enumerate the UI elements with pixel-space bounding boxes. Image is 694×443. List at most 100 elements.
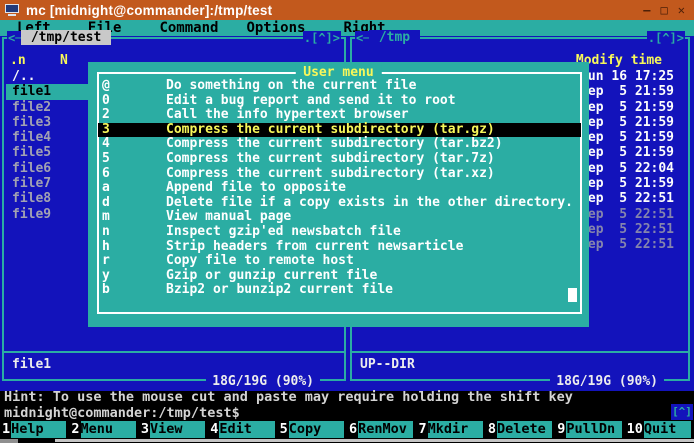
sort-order-label[interactable]: .n [10,53,26,68]
menu-item-label: Copy file to remote host [166,254,581,269]
function-key-button[interactable]: 1 Help [0,421,69,438]
function-key-button[interactable]: 7 Mkdir [416,421,485,438]
function-key-button[interactable]: 5 Copy [278,421,347,438]
user-menu-item[interactable]: 0 Edit a bug report and send it to root [98,94,581,109]
user-menu-item[interactable]: 6 Compress the current subdirectory (tar… [98,167,581,182]
user-menu-item[interactable]: n Inspect gzip'ed newsbatch file [98,225,581,240]
hotkey-label: 3 [102,123,166,138]
function-key-button[interactable]: 10 Quit [625,421,694,438]
menu-item-label: Call the info hypertext browser [166,108,581,123]
menu-item-label: Compress the current subdirectory (tar.g… [166,123,581,138]
function-key-button[interactable]: 3 View [139,421,208,438]
window-title: mc [midnight@commander]:/tmp/test [26,3,272,18]
scrollbar-thumb[interactable] [0,439,18,443]
fkey-label: Mkdir [428,421,483,438]
mini-status-separator [4,351,344,353]
left-panel-path[interactable]: /tmp/test [21,30,111,45]
function-key-button[interactable]: 6 RenMov [347,421,416,438]
fkey-number: 5 [278,421,289,438]
function-key-button[interactable]: 2 Menu [69,421,138,438]
hotkey-label: r [102,254,166,269]
fkey-label: Menu [81,421,136,438]
terminal-icon [5,4,19,16]
hotkey-label: m [102,210,166,225]
command-line[interactable]: midnight@commander:/tmp/test$ [4,405,240,421]
user-menu-item[interactable]: a Append file to opposite [98,181,581,196]
text-cursor [568,288,577,302]
menu-item-label: Edit a bug report and send it to root [166,94,581,109]
hotkey-label: n [102,225,166,240]
hotkey-label: h [102,240,166,255]
fkey-label: View [150,421,205,438]
hotkey-label: @ [102,79,166,94]
menu-item-label: Inspect gzip'ed newsbatch file [166,225,581,240]
hotkey-label: a [102,181,166,196]
name-column-header[interactable]: N [60,53,68,68]
user-menu-item[interactable]: y Gzip or gunzip current file [98,269,581,284]
menu-item[interactable]: Options [246,20,305,36]
right-size-info: 18G/19G (90%) [550,374,664,389]
left-mini-status: file1 [12,357,51,372]
hotkey-label: 4 [102,137,166,152]
fkey-number: 6 [347,421,358,438]
window-titlebar[interactable]: mc [midnight@commander]:/tmp/test – □ ✕ [0,0,694,20]
bottom-scrollbar[interactable] [0,438,694,443]
user-menu-item[interactable]: b Bzip2 or bunzip2 current file [98,283,581,298]
fkey-number: 1 [0,421,11,438]
user-menu-item[interactable]: 2 Call the info hypertext browser [98,108,581,123]
menu-item-label: Do something on the current file [166,79,581,94]
right-panel-path[interactable]: /tmp [369,30,420,45]
fkey-number: 2 [69,421,80,438]
fkey-label: Copy [289,421,344,438]
panel-header-marks-icon[interactable]: .[^]> [647,31,685,45]
user-menu-item[interactable]: 3 Compress the current subdirectory (tar… [98,123,581,138]
panel-header-marks-icon[interactable]: .[^]> [303,31,341,45]
function-key-button[interactable]: 9 PullDn [555,421,624,438]
fkey-label: Quit [644,421,691,438]
menu-item-label: Compress the current subdirectory (tar.7… [166,152,581,167]
close-icon[interactable]: ✕ [678,3,685,17]
fkey-label: Delete [497,421,552,438]
hotkey-label: d [102,196,166,211]
mc-window: mc [midnight@commander]:/tmp/test – □ ✕ … [0,0,694,443]
user-menu-dialog: User menu @ Do something on the current … [88,62,589,327]
function-key-button[interactable]: 4 Edit [208,421,277,438]
left-size-info: 18G/19G (90%) [206,374,320,389]
fkey-number: 8 [486,421,497,438]
menu-item[interactable]: Command [159,20,218,36]
fkey-number: 7 [416,421,427,438]
hotkey-label: 5 [102,152,166,167]
hotkey-label: b [102,283,166,298]
fkey-label: RenMov [358,421,413,438]
fkey-label: Edit [219,421,274,438]
fkey-number: 9 [555,421,566,438]
fkey-number: 10 [625,421,644,438]
fkey-number: 4 [208,421,219,438]
right-mini-status: UP--DIR [360,357,415,372]
menu-item-label: Delete file if a copy exists in the othe… [166,196,581,211]
user-menu-item[interactable]: 4 Compress the current subdirectory (tar… [98,137,581,152]
user-menu-item[interactable]: h Strip headers from current newsarticle [98,240,581,255]
maximize-icon[interactable]: □ [661,3,668,17]
scrollbar-track[interactable] [55,439,694,442]
user-menu-item[interactable]: 5 Compress the current subdirectory (tar… [98,152,581,167]
history-scroll-icon[interactable]: [^] [671,404,693,420]
menu-item-label: Strip headers from current newsarticle [166,240,581,255]
user-menu-item[interactable]: @ Do something on the current file [98,79,581,94]
menu-item-label: Gzip or gunzip current file [166,269,581,284]
menu-item-label: Append file to opposite [166,181,581,196]
hotkey-label: 2 [102,108,166,123]
window-controls: – □ ✕ [643,3,685,17]
user-menu-item[interactable]: r Copy file to remote host [98,254,581,269]
hotkey-label: 0 [102,94,166,109]
menu-item-label: Compress the current subdirectory (tar.x… [166,167,581,182]
hotkey-label: 6 [102,167,166,182]
menu-item-label: Bzip2 or bunzip2 current file [166,283,581,298]
user-menu-item[interactable]: m View manual page [98,210,581,225]
menu-item-label: Compress the current subdirectory (tar.b… [166,137,581,152]
fkey-label: PullDn [566,421,621,438]
function-key-button[interactable]: 8 Delete [486,421,555,438]
user-menu-item[interactable]: d Delete file if a copy exists in the ot… [98,196,581,211]
minimize-icon[interactable]: – [643,3,650,17]
mini-status-separator [352,351,688,353]
